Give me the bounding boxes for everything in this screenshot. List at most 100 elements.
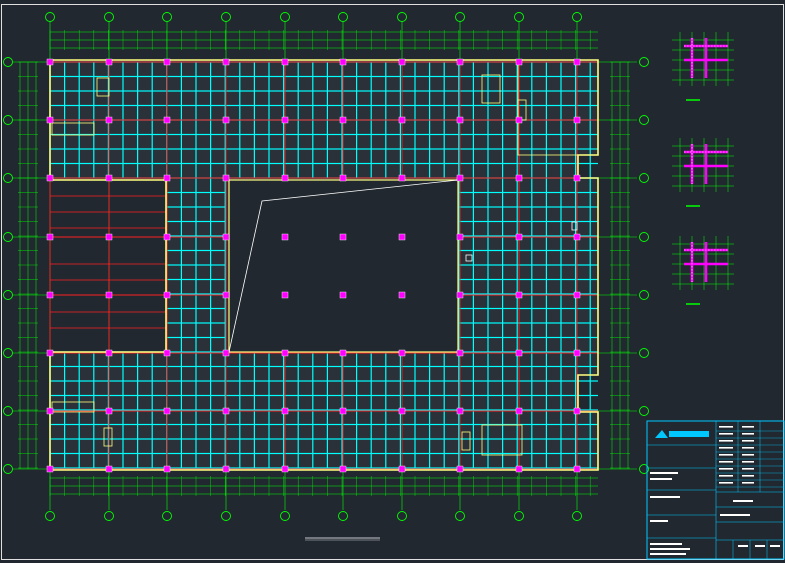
column <box>163 116 171 124</box>
axis-bubble-col <box>221 511 231 521</box>
column <box>105 407 113 415</box>
title-block-row-value <box>742 433 754 435</box>
axis-bubble-row <box>639 348 649 358</box>
axis-bubble-col <box>280 12 290 22</box>
title-block-row-label <box>719 454 733 456</box>
column <box>515 174 523 182</box>
column <box>281 291 289 299</box>
column <box>222 465 230 473</box>
title-block-row-value <box>742 461 754 463</box>
axis-bubble-row <box>639 290 649 300</box>
column <box>573 58 581 66</box>
column <box>339 174 347 182</box>
axis-bubble-col <box>455 12 465 22</box>
column <box>339 58 347 66</box>
column <box>105 174 113 182</box>
title-block-row-value <box>742 447 754 449</box>
column <box>339 407 347 415</box>
column <box>222 58 230 66</box>
axis-bubble-col <box>104 511 114 521</box>
title-block-row-value <box>742 475 754 477</box>
column <box>515 116 523 124</box>
column <box>163 349 171 357</box>
axis-bubble-col <box>104 12 114 22</box>
column <box>46 116 54 124</box>
column <box>222 233 230 241</box>
column <box>222 291 230 299</box>
column <box>163 465 171 473</box>
axis-bubble-col <box>397 511 407 521</box>
title-block-row-value <box>742 426 754 428</box>
column <box>515 465 523 473</box>
title-block-row-value <box>742 454 754 456</box>
axis-bubble-col <box>45 12 55 22</box>
column <box>515 233 523 241</box>
column <box>456 116 464 124</box>
axis-bubble-row <box>639 232 649 242</box>
column <box>339 291 347 299</box>
axis-bubble-row <box>3 173 13 183</box>
column <box>573 116 581 124</box>
column <box>46 291 54 299</box>
column <box>339 233 347 241</box>
column <box>163 174 171 182</box>
column <box>222 349 230 357</box>
axis-bubble-col <box>397 12 407 22</box>
column <box>163 58 171 66</box>
title-block-row-value <box>742 482 754 484</box>
column <box>456 58 464 66</box>
axis-bubble-col <box>572 511 582 521</box>
axis-bubble-row <box>3 348 13 358</box>
title-block-row-value <box>742 468 754 470</box>
column <box>398 58 406 66</box>
column <box>573 291 581 299</box>
column <box>398 233 406 241</box>
column <box>163 233 171 241</box>
axis-bubble-col <box>45 511 55 521</box>
structural-plan-drawing <box>0 0 785 563</box>
title-block-row-label <box>719 447 733 449</box>
axis-bubble-col <box>221 12 231 22</box>
axis-bubble-col <box>338 12 348 22</box>
title-block-row-label <box>719 475 733 477</box>
axis-bubble-row <box>3 406 13 416</box>
axis-bubble-row <box>639 115 649 125</box>
column <box>105 116 113 124</box>
column <box>456 174 464 182</box>
column <box>105 465 113 473</box>
column <box>281 233 289 241</box>
column <box>105 58 113 66</box>
column <box>398 349 406 357</box>
column <box>46 58 54 66</box>
column <box>515 407 523 415</box>
column <box>456 291 464 299</box>
column <box>456 465 464 473</box>
title-block-row-value <box>742 440 754 442</box>
column <box>105 233 113 241</box>
column <box>398 174 406 182</box>
column <box>515 291 523 299</box>
column <box>105 349 113 357</box>
title-block-row-label <box>719 461 733 463</box>
column <box>339 116 347 124</box>
column <box>398 407 406 415</box>
column <box>222 116 230 124</box>
axis-bubble-col <box>280 511 290 521</box>
column <box>46 407 54 415</box>
column <box>573 349 581 357</box>
column <box>398 116 406 124</box>
column <box>46 233 54 241</box>
column <box>573 407 581 415</box>
column <box>515 58 523 66</box>
column <box>456 349 464 357</box>
floor-opening <box>228 179 459 353</box>
column <box>456 233 464 241</box>
column <box>398 465 406 473</box>
axis-bubble-row <box>639 57 649 67</box>
column <box>398 291 406 299</box>
column <box>281 465 289 473</box>
column <box>456 407 464 415</box>
column <box>573 233 581 241</box>
column <box>339 349 347 357</box>
axis-bubble-row <box>3 57 13 67</box>
